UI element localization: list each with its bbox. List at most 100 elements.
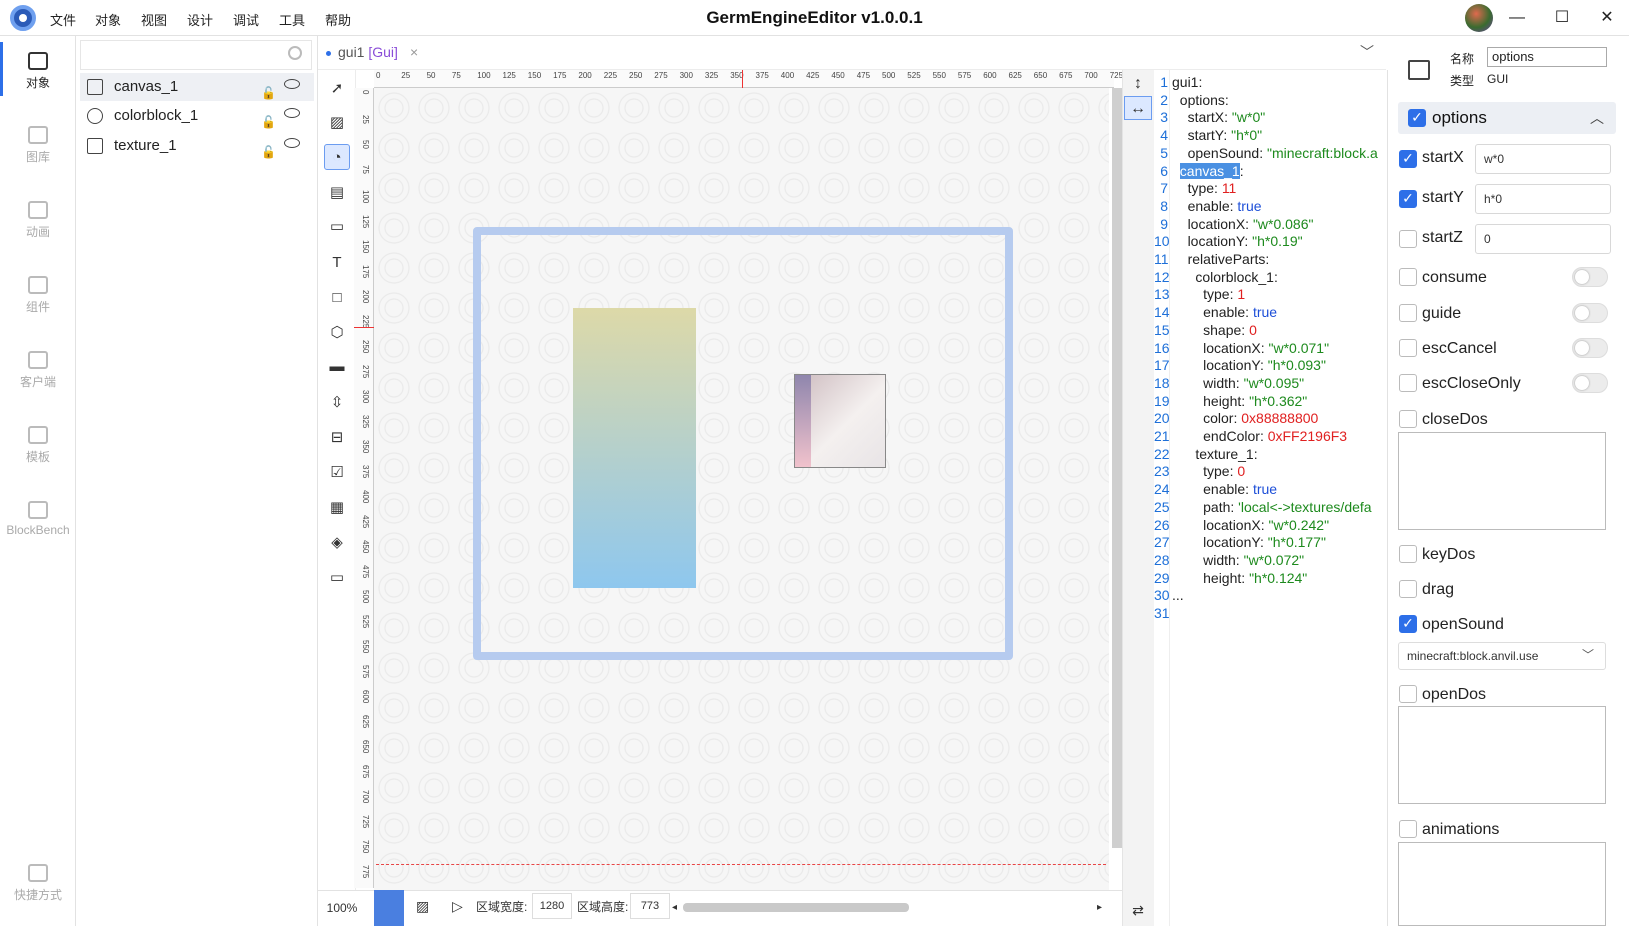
options-checkbox[interactable]: ✓ [1408,109,1426,127]
opendos-checkbox[interactable] [1399,685,1417,703]
animations-checkbox[interactable] [1399,820,1417,838]
search-input[interactable] [80,40,312,70]
image-tool-icon[interactable]: ▨ [324,110,350,136]
eye-icon[interactable] [284,79,300,89]
text-tool-icon[interactable]: T [324,250,350,276]
zoom-level[interactable]: 100% [320,896,364,920]
ruler-tick-label: 650 [361,740,370,754]
eye-icon[interactable] [284,108,300,118]
tab-close-icon[interactable]: × [410,44,418,60]
slot-tool-icon[interactable]: ⊟ [324,425,350,451]
esccancel-toggle[interactable] [1572,338,1608,358]
colorblock-preview[interactable] [573,308,696,588]
rectangle-tool-icon[interactable]: □ [324,285,350,311]
avatar[interactable] [1465,4,1493,32]
checkbox-tool-icon[interactable]: ☑ [324,460,350,486]
keydos-checkbox[interactable] [1399,545,1417,563]
list-item[interactable]: canvas_1 🔓 [80,73,314,101]
ruler-tick-label: 50 [426,71,436,80]
image-toggle-icon[interactable]: ▨ [416,898,429,915]
canvas-bottom-guide [376,864,1106,865]
play-icon[interactable]: ▷ [452,898,463,915]
startx-checkbox[interactable]: ✓ [1399,150,1417,168]
consume-checkbox[interactable] [1399,268,1417,286]
list-item[interactable]: colorblock_1 🔓 [80,102,314,130]
esccancel-checkbox[interactable] [1399,339,1417,357]
options-section-header[interactable] [1398,102,1616,134]
sidebar-item-blockbench[interactable]: BlockBench [0,501,76,537]
guide-toggle[interactable] [1572,303,1608,323]
scroll-left-icon[interactable]: ◂ [672,902,677,913]
starty-input[interactable]: h*0 [1475,184,1611,214]
cube-tool-icon[interactable]: ⬡ [324,320,350,346]
sidebar-item-components[interactable]: 组件 [0,276,76,315]
ruler-tick-label: 475 [361,565,370,579]
sidebar-item-animation[interactable]: 动画 [0,201,76,240]
palette-tool-icon[interactable]: ◔ [324,144,350,170]
width-field[interactable]: 1280 [532,893,572,919]
esccloseonly-toggle[interactable] [1572,373,1608,393]
eye-icon[interactable] [284,138,300,148]
chevron-up-icon[interactable]: ︿ [1590,108,1604,128]
maximize-button[interactable]: ☐ [1549,6,1575,30]
scroll-tool-icon[interactable]: ⇳ [324,390,350,416]
animations-textarea[interactable] [1398,842,1606,926]
startx-input[interactable]: w*0 [1475,144,1611,174]
opendos-textarea[interactable] [1398,706,1606,804]
horizontal-scrollbar[interactable] [683,903,909,912]
drag-checkbox[interactable] [1399,580,1417,598]
keyboard-toggle-icon[interactable] [374,890,404,926]
opensound-checkbox[interactable]: ✓ [1399,615,1417,633]
code-key: enable: [1203,304,1253,321]
sidebar-item-client[interactable]: 客户端 [0,351,76,390]
ruler-tick-label: 425 [361,515,370,529]
startz-label: startZ [1422,229,1463,246]
code-key: endColor: [1203,428,1268,444]
code-key: type: [1203,463,1238,480]
sidebar-item-shortcuts[interactable]: 快捷方式 [0,864,76,903]
code-key: locationY: [1187,233,1253,250]
vertical-scrollbar[interactable] [1112,88,1122,848]
close-button[interactable]: ✕ [1594,6,1620,30]
closedos-textarea[interactable] [1398,432,1606,530]
code-line: colorblock_1: [1172,269,1278,287]
canvas-tool-icon[interactable]: ▦ [324,495,350,521]
closedos-checkbox[interactable] [1399,410,1417,428]
minimize-button[interactable]: — [1504,6,1530,30]
name-field[interactable]: options [1487,47,1607,67]
startz-stepper[interactable]: 0 [1475,224,1611,254]
line-number: 22 [1154,445,1170,462]
sidebar-item-gallery[interactable]: 图库 [0,126,76,165]
starty-checkbox[interactable]: ✓ [1399,190,1417,208]
texture-preview[interactable] [794,374,886,468]
esccloseonly-checkbox[interactable] [1399,374,1417,392]
chevron-down-icon[interactable]: ﹀ [1582,646,1594,663]
vertical-resize-icon[interactable]: ↕ [1124,72,1152,96]
guide-checkbox[interactable] [1399,304,1417,322]
horizontal-resize-icon[interactable]: ↔ [1124,96,1152,120]
swap-icon[interactable]: ⇄ [1124,898,1152,922]
gif-tool-icon[interactable]: ▤ [324,180,350,206]
height-field[interactable]: 773 [630,893,670,919]
input-tool-icon[interactable]: ▬ [324,354,350,380]
consume-toggle[interactable] [1572,267,1608,287]
sidebar-item-templates[interactable]: 模板 [0,426,76,465]
sidebar-item-objects[interactable]: 对象 [0,42,76,96]
search-icon[interactable] [288,46,302,60]
chevron-down-icon[interactable]: ﹀ [1360,42,1374,62]
startz-checkbox[interactable] [1399,230,1417,248]
model-tool-icon[interactable]: ◈ [324,530,350,556]
code-value: "h*0" [1231,127,1263,144]
button-tool-icon[interactable]: ▭ [324,214,350,240]
closedos-label: closeDos [1422,411,1488,428]
scroll-right-icon[interactable]: ▸ [1097,902,1102,913]
lock-icon[interactable]: 🔓 [261,138,276,166]
canvas-frame[interactable] [473,227,1013,660]
opensound-select[interactable]: minecraft:block.anvil.use [1398,642,1606,670]
list-item[interactable]: texture_1 🔓 [80,132,314,160]
select-tool-icon[interactable]: ➚ [324,76,350,102]
line-number: 23 [1154,463,1170,480]
tab-gui1[interactable]: gui1 [Gui] [338,44,398,60]
banner-tool-icon[interactable]: ▭ [324,565,350,591]
ruler-tick-label: 100 [361,190,370,204]
